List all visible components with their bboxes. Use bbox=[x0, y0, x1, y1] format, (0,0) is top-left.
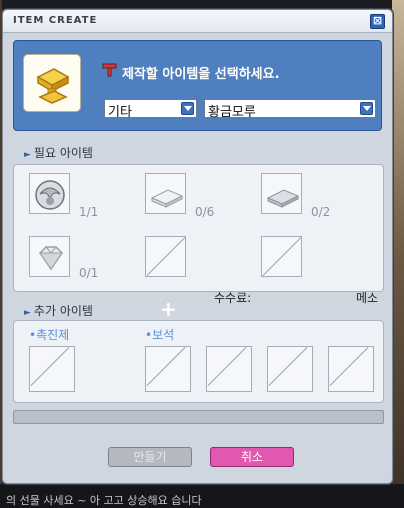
required-items-label: ► 필요 아이템 bbox=[24, 146, 93, 160]
hammer-icon bbox=[102, 63, 117, 77]
window-titlebar[interactable]: ITEM CREATE ⊠ bbox=[3, 10, 392, 33]
diamond-icon bbox=[39, 246, 63, 271]
game-background-right bbox=[392, 0, 404, 508]
catalyst-label: •촉진제 bbox=[29, 328, 70, 342]
anvil-item-icon bbox=[36, 68, 70, 104]
creation-progress-bar bbox=[13, 410, 384, 424]
chevron-down-icon[interactable] bbox=[360, 102, 373, 115]
required-count-2: 0/6 bbox=[195, 205, 215, 219]
required-count-3: 0/2 bbox=[311, 205, 331, 219]
instruction-text: 제작할 아이템을 선택하세요. bbox=[122, 67, 280, 82]
steel-plate-icon bbox=[266, 189, 300, 208]
required-slot-4[interactable] bbox=[29, 236, 70, 277]
selected-item-icon-box bbox=[23, 54, 81, 112]
make-button[interactable]: 만들기 bbox=[108, 447, 192, 467]
required-slot-1[interactable] bbox=[29, 173, 70, 214]
item-select-value: 황금모루 bbox=[208, 105, 256, 120]
shell-icon bbox=[35, 180, 65, 210]
background-chat-text: 의 선물 사세요 ~ 아 고고 상승해요 습니다 bbox=[6, 494, 202, 507]
catalyst-slot[interactable] bbox=[29, 346, 75, 392]
category-select[interactable]: 기타 bbox=[104, 99, 197, 120]
required-slot-5-empty[interactable] bbox=[145, 236, 186, 277]
silver-plate-icon bbox=[150, 189, 184, 208]
required-slot-2[interactable] bbox=[145, 173, 186, 214]
chevron-right-icon: ► bbox=[24, 308, 31, 318]
chevron-right-icon: ► bbox=[24, 150, 31, 160]
item-select[interactable]: 황금모루 bbox=[204, 99, 376, 120]
gem-slot-2[interactable] bbox=[206, 346, 252, 392]
gem-slot-4[interactable] bbox=[328, 346, 374, 392]
required-count-4: 0/1 bbox=[79, 266, 99, 280]
fee-label: 수수료: bbox=[214, 291, 252, 305]
gem-label: •보석 bbox=[145, 328, 175, 342]
required-slot-3[interactable] bbox=[261, 173, 302, 214]
window-title: ITEM CREATE bbox=[13, 15, 98, 26]
extra-items-label: ► 추가 아이템 bbox=[24, 304, 93, 318]
required-count-1: 1/1 bbox=[79, 205, 99, 219]
header-panel: 제작할 아이템을 선택하세요. 기타 황금모루 bbox=[13, 40, 382, 131]
cancel-button[interactable]: 취소 bbox=[210, 447, 294, 467]
close-icon[interactable]: ⊠ bbox=[370, 14, 385, 29]
fee-value: 메소 bbox=[356, 291, 379, 305]
plus-icon: + bbox=[160, 297, 177, 321]
required-slot-6-empty[interactable] bbox=[261, 236, 302, 277]
category-select-value: 기타 bbox=[108, 105, 132, 120]
gem-slot-1[interactable] bbox=[145, 346, 191, 392]
chevron-down-icon[interactable] bbox=[181, 102, 194, 115]
gem-slot-3[interactable] bbox=[267, 346, 313, 392]
